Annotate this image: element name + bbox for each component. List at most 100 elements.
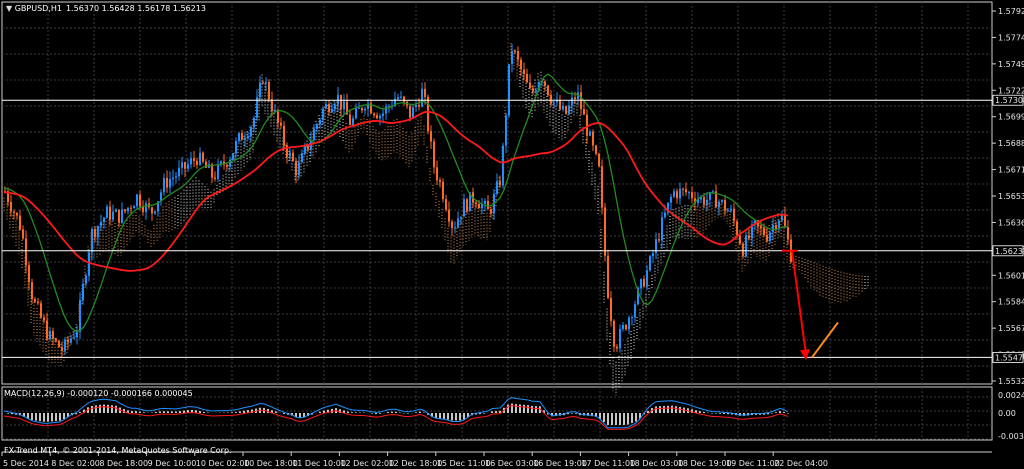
candle-body [364, 108, 366, 111]
candle-body [562, 106, 564, 110]
price-tick-label: 1.56880 [998, 139, 1024, 148]
candle-body [226, 164, 228, 167]
candle-body [352, 118, 354, 125]
candle-body [214, 177, 216, 179]
candle-body [403, 96, 405, 102]
candle-body [373, 113, 375, 116]
candle-body [463, 199, 465, 217]
price-tick-label: 1.56710 [998, 166, 1024, 175]
candle-body [499, 181, 501, 186]
candle-body [268, 82, 270, 100]
candle-body [673, 191, 675, 197]
chart-menu-icon[interactable]: ▼ [6, 4, 15, 13]
candle-body [313, 128, 315, 141]
candle-body [238, 133, 240, 142]
candle-body [49, 330, 51, 339]
candle-body [88, 252, 90, 276]
candle-body [712, 191, 714, 193]
candle-body [151, 207, 153, 214]
candle-body [31, 282, 33, 300]
candle-body [259, 82, 261, 98]
candle-body [457, 218, 459, 228]
candle-body [736, 221, 738, 236]
time-tick-label: 15 Dec 11:00 [437, 459, 491, 468]
candle-body [76, 331, 78, 338]
time-tick-label: 10 Dec 02:00 [196, 459, 250, 468]
candle-body [784, 214, 786, 228]
candle-body [610, 297, 612, 321]
price-marker-label: 1.56232 [995, 247, 1024, 256]
candle-body [244, 137, 246, 140]
candle-body [526, 73, 528, 83]
candle-body [319, 119, 321, 125]
symbol-title: ▼ GBPUSD,H1 1.56370 1.56428 1.56178 1.562… [6, 4, 206, 13]
price-tick-label: 1.57920 [998, 7, 1024, 16]
candle-body [133, 206, 135, 209]
candle-body [61, 347, 63, 351]
candle-body [679, 188, 681, 199]
candle-body [307, 145, 309, 150]
candle-body [658, 239, 660, 241]
candle-body [106, 206, 108, 218]
candle-body [748, 235, 750, 239]
candle-body [547, 85, 549, 96]
candle-body [340, 94, 342, 110]
candle-body [376, 115, 378, 119]
time-tick-label: 8 Dec 18:00 [99, 459, 148, 468]
candle-body [289, 152, 291, 157]
candle-body [514, 51, 516, 53]
candle-body [766, 235, 768, 241]
candle-body [733, 208, 735, 222]
candle-body [37, 301, 39, 304]
candle-body [685, 189, 687, 193]
candle-body [544, 81, 546, 86]
candle-body [169, 179, 171, 188]
candle-body [484, 200, 486, 204]
candle-body [187, 164, 189, 169]
candle-body [496, 181, 498, 194]
price-tick-label: 1.56990 [998, 113, 1024, 122]
candle-body [454, 227, 456, 229]
candle-body [433, 141, 435, 168]
candle-body [427, 96, 429, 132]
candle-body [385, 106, 387, 114]
candle-body [439, 180, 441, 182]
candle-body [565, 106, 567, 114]
candle-body [409, 105, 411, 118]
candle-body [652, 253, 654, 257]
candle-body [118, 209, 120, 223]
price-chart[interactable]: 1.57920 1.57745 1.57495 1.57225 1.56990 1.568… [0, 0, 1024, 469]
candle-body [670, 196, 672, 203]
candle-body [520, 59, 522, 70]
candle-body [763, 227, 765, 236]
candle-body [424, 88, 426, 97]
time-tick-label: 5 Dec 2014 [3, 459, 49, 468]
candle-body [703, 197, 705, 205]
candle-body [613, 320, 615, 347]
candle-body [19, 215, 21, 230]
candle-body [781, 214, 783, 221]
candle-body [280, 122, 282, 126]
price-tick-label: 1.57225 [998, 86, 1024, 95]
time-tick-label: 19 Dec 11:00 [726, 459, 780, 468]
candle-body [274, 109, 276, 111]
candle-body [247, 136, 249, 138]
copyright-text: FX-Trend MT4, © 2001-2014, MetaQuotes So… [4, 446, 232, 455]
candle-body [691, 192, 693, 199]
candle-body [760, 226, 762, 228]
candle-body [646, 270, 648, 287]
candle-body [508, 64, 510, 116]
candle-body [487, 200, 489, 210]
candle-body [229, 159, 231, 167]
macd-tick-label: 0.00 [998, 409, 1016, 418]
candle-body [184, 162, 186, 169]
time-tick-label: 11 Dec 10:00 [292, 459, 346, 468]
candle-body [13, 211, 15, 213]
price-marker-label: 1.55470 [995, 353, 1024, 362]
candle-body [442, 181, 444, 200]
candle-body [112, 211, 114, 220]
candle-body [400, 96, 402, 98]
candle-body [316, 124, 318, 129]
candle-body [82, 283, 84, 301]
price-tick-label: 1.56530 [998, 192, 1024, 201]
